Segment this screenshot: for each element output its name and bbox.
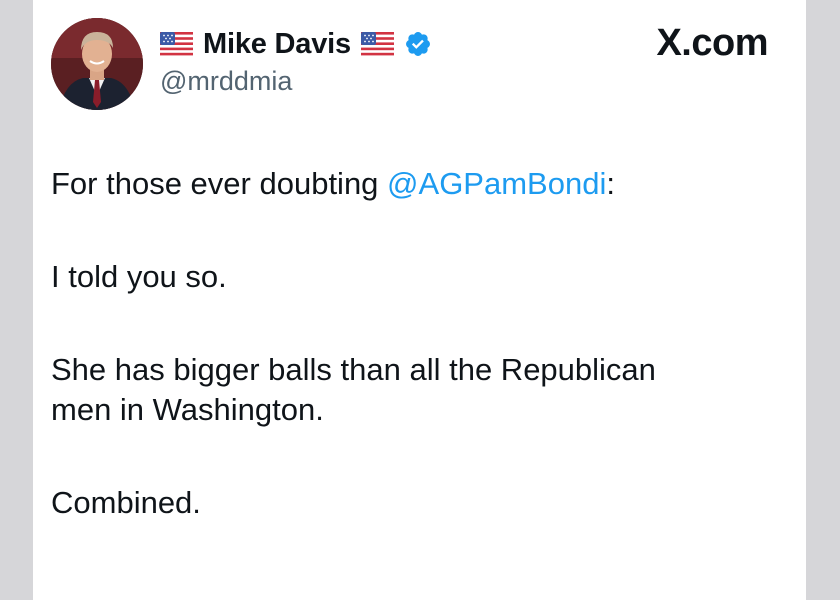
author-name-row: Mike Davis	[160, 24, 432, 64]
tweet-paragraph: I told you so.	[51, 259, 227, 294]
author-handle[interactable]: @mrddmia	[160, 66, 292, 97]
tweet-text: For those ever doubting	[51, 166, 388, 201]
us-flag-icon	[360, 32, 394, 56]
us-flag-icon	[160, 32, 193, 56]
mention-link[interactable]: @AGPamBondi	[387, 166, 606, 201]
author-display-name[interactable]: Mike Davis	[203, 28, 351, 61]
avatar[interactable]	[51, 18, 143, 110]
verified-badge-icon	[404, 30, 432, 58]
tweet-text: She has bigger balls than all the Republ…	[51, 352, 656, 387]
tweet-paragraph: Combined.	[51, 485, 201, 520]
tweet-paragraph: She has bigger balls than all the Republ…	[51, 350, 771, 430]
tweet-text: :	[606, 166, 615, 201]
tweet-paragraph: For those ever doubting @AGPamBondi:	[51, 164, 771, 204]
tweet-text: men in Washington.	[51, 392, 324, 427]
tweet-body: For those ever doubting @AGPamBondi: I t…	[51, 164, 771, 576]
tweet-card: Mike Davis @mrddmia X.com For those ever…	[33, 0, 806, 600]
brand-logo-text: X.com	[656, 22, 768, 64]
